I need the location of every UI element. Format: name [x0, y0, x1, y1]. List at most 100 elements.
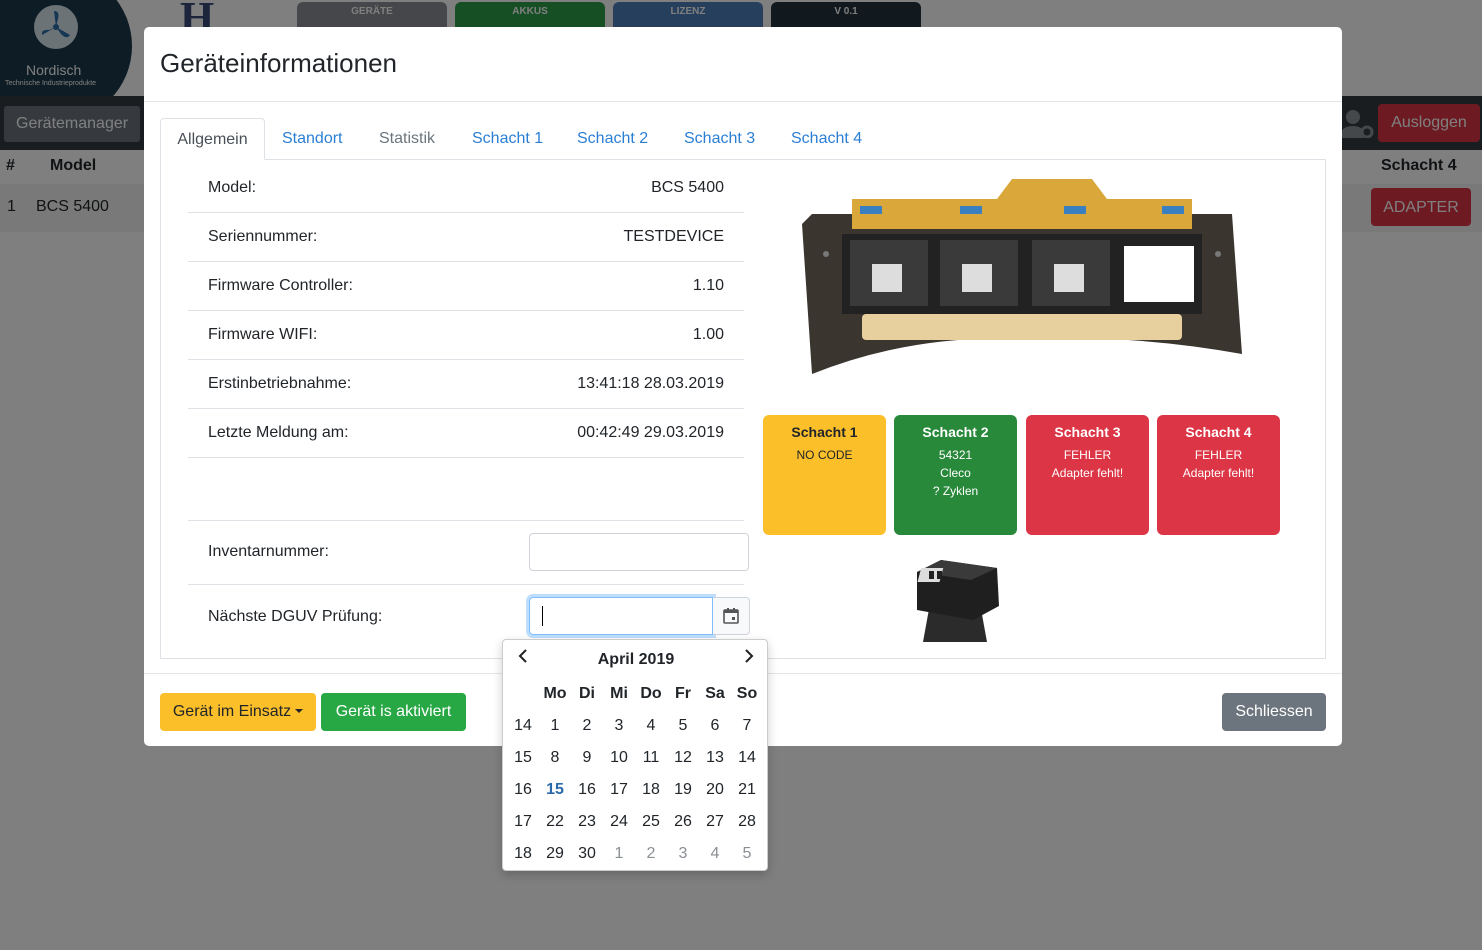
calendar-day[interactable]: 25	[635, 806, 667, 838]
calendar-day[interactable]: 5	[731, 838, 763, 870]
datepicker-month[interactable]: April 2019	[503, 651, 769, 669]
info-value: 00:42:49 29.03.2019	[577, 424, 724, 441]
calendar-day[interactable]: 19	[667, 774, 699, 806]
info-value: 1.10	[692, 277, 724, 294]
datepicker-grid: Mo Di Mi Do Fr Sa So 14 1 2 3 4 5 6 7 15 8 9 10 11 12 13 14 16 1…	[507, 678, 763, 870]
weekday-header: Mo	[543, 685, 567, 702]
calendar-day[interactable]: 3	[667, 838, 699, 870]
datepicker-popup: April 2019 Mo Di Mi Do Fr Sa So 14 1 2 3 4 5 6 7 15 8 9 10…	[502, 639, 768, 871]
dguv-date-input[interactable]	[529, 597, 713, 635]
dropdown-label: Gerät im Einsatz	[172, 703, 292, 720]
calendar-day[interactable]: 18	[635, 774, 667, 806]
calendar-day[interactable]: 21	[731, 774, 763, 806]
calendar-day[interactable]: 28	[731, 806, 763, 838]
calendar-day[interactable]: 5	[667, 710, 699, 742]
calendar-day[interactable]: 30	[571, 838, 603, 870]
slot-card-1[interactable]: Schacht 1 NO CODE	[763, 415, 886, 535]
calendar-day[interactable]: 20	[699, 774, 731, 806]
slot-line: Cleco	[940, 466, 971, 480]
calendar-day[interactable]: 15	[539, 774, 571, 806]
calendar-day[interactable]: 9	[571, 742, 603, 774]
info-value: 13:41:18 28.03.2019	[577, 375, 724, 392]
info-label: Model:	[208, 179, 257, 196]
calendar-day[interactable]: 12	[667, 742, 699, 774]
caret-down-icon	[295, 709, 304, 713]
calendar-icon	[723, 608, 739, 624]
calendar-day[interactable]: 17	[603, 774, 635, 806]
slot-line: FEHLER	[1063, 448, 1112, 462]
calendar-day[interactable]: 7	[731, 710, 763, 742]
slot-line: 54321	[938, 448, 973, 462]
tab-schacht-1[interactable]: Schacht 1	[472, 118, 543, 160]
slot-title: Schacht 4	[1185, 424, 1252, 440]
info-label: Firmware Controller:	[208, 277, 353, 294]
slot-card-4[interactable]: Schacht 4 FEHLER Adapter fehlt!	[1157, 415, 1280, 535]
calendar-button[interactable]	[713, 597, 750, 635]
calendar-week-row: 18 29 30 1 2 3 4 5	[507, 838, 763, 870]
week-number: 17	[514, 813, 532, 830]
week-number-header	[507, 678, 539, 710]
calendar-day[interactable]: 4	[635, 710, 667, 742]
tab-statistik[interactable]: Statistik	[379, 118, 435, 160]
modal-header: Geräteinformationen	[144, 27, 1342, 102]
info-label: Erstinbetriebnahme:	[208, 375, 352, 392]
calendar-day[interactable]: 1	[539, 710, 571, 742]
tab-allgemein[interactable]: Allgemein	[160, 118, 265, 160]
week-number: 18	[514, 845, 532, 862]
weekday-header: Do	[640, 685, 662, 702]
calendar-day[interactable]: 1	[603, 838, 635, 870]
calendar-day[interactable]: 13	[699, 742, 731, 774]
close-button[interactable]: Schliessen	[1222, 693, 1326, 731]
calendar-day[interactable]: 24	[603, 806, 635, 838]
slot-title: Schacht 2	[922, 424, 989, 440]
device-image	[802, 179, 1242, 374]
inventory-input[interactable]	[529, 533, 749, 571]
tab-schacht-3[interactable]: Schacht 3	[684, 118, 755, 160]
calendar-week-row: 17 22 23 24 25 26 27 28	[507, 806, 763, 838]
calendar-day[interactable]: 22	[539, 806, 571, 838]
info-row-firmware-controller: Firmware Controller: 1.10	[188, 262, 744, 311]
slot-line: FEHLER	[1194, 448, 1243, 462]
weekday-header: Fr	[675, 685, 691, 702]
device-status-dropdown[interactable]: Gerät im Einsatz	[160, 693, 316, 731]
battery-image	[917, 560, 999, 642]
calendar-day[interactable]: 10	[603, 742, 635, 774]
calendar-day[interactable]: 8	[539, 742, 571, 774]
calendar-day[interactable]: 26	[667, 806, 699, 838]
calendar-day[interactable]: 14	[731, 742, 763, 774]
weekday-header: Di	[579, 685, 595, 702]
info-row-last-message: Letzte Meldung am: 00:42:49 29.03.2019	[188, 409, 744, 458]
calendar-day[interactable]: 2	[635, 838, 667, 870]
tab-standort[interactable]: Standort	[282, 118, 342, 160]
calendar-day[interactable]: 3	[603, 710, 635, 742]
calendar-day[interactable]: 23	[571, 806, 603, 838]
info-value: TESTDEVICE	[623, 228, 724, 245]
dguv-label: Nächste DGUV Prüfung:	[208, 608, 383, 625]
calendar-day[interactable]: 29	[539, 838, 571, 870]
info-row-first-commissioning: Erstinbetriebnahme: 13:41:18 28.03.2019	[188, 360, 744, 409]
weekday-header: So	[736, 685, 758, 702]
info-row-spacer	[188, 458, 744, 521]
slot-card-2[interactable]: Schacht 2 54321 Cleco ? Zyklen	[894, 415, 1017, 535]
modal-tabs: Allgemein Standort Statistik Schacht 1 S…	[160, 118, 1326, 160]
tab-schacht-4[interactable]: Schacht 4	[791, 118, 862, 160]
calendar-day[interactable]: 11	[635, 742, 667, 774]
calendar-day[interactable]: 4	[699, 838, 731, 870]
calendar-day[interactable]: 16	[571, 774, 603, 806]
calendar-week-row: 15 8 9 10 11 12 13 14	[507, 742, 763, 774]
info-row-firmware-wifi: Firmware WIFI: 1.00	[188, 311, 744, 360]
calendar-day[interactable]: 6	[699, 710, 731, 742]
tab-schacht-2[interactable]: Schacht 2	[577, 118, 648, 160]
slot-card-3[interactable]: Schacht 3 FEHLER Adapter fehlt!	[1026, 415, 1149, 535]
calendar-day[interactable]: 2	[571, 710, 603, 742]
info-label: Seriennummer:	[208, 228, 318, 245]
info-label: Firmware WIFI:	[208, 326, 318, 343]
weekday-header: Sa	[705, 685, 725, 702]
week-number: 14	[514, 717, 532, 734]
device-activated-button[interactable]: Gerät is aktiviert	[321, 693, 466, 731]
week-number: 15	[514, 749, 532, 766]
chevron-right-icon[interactable]	[741, 648, 757, 664]
calendar-day[interactable]: 27	[699, 806, 731, 838]
info-value: 1.00	[692, 326, 724, 343]
slot-line: Adapter fehlt!	[1182, 466, 1255, 480]
